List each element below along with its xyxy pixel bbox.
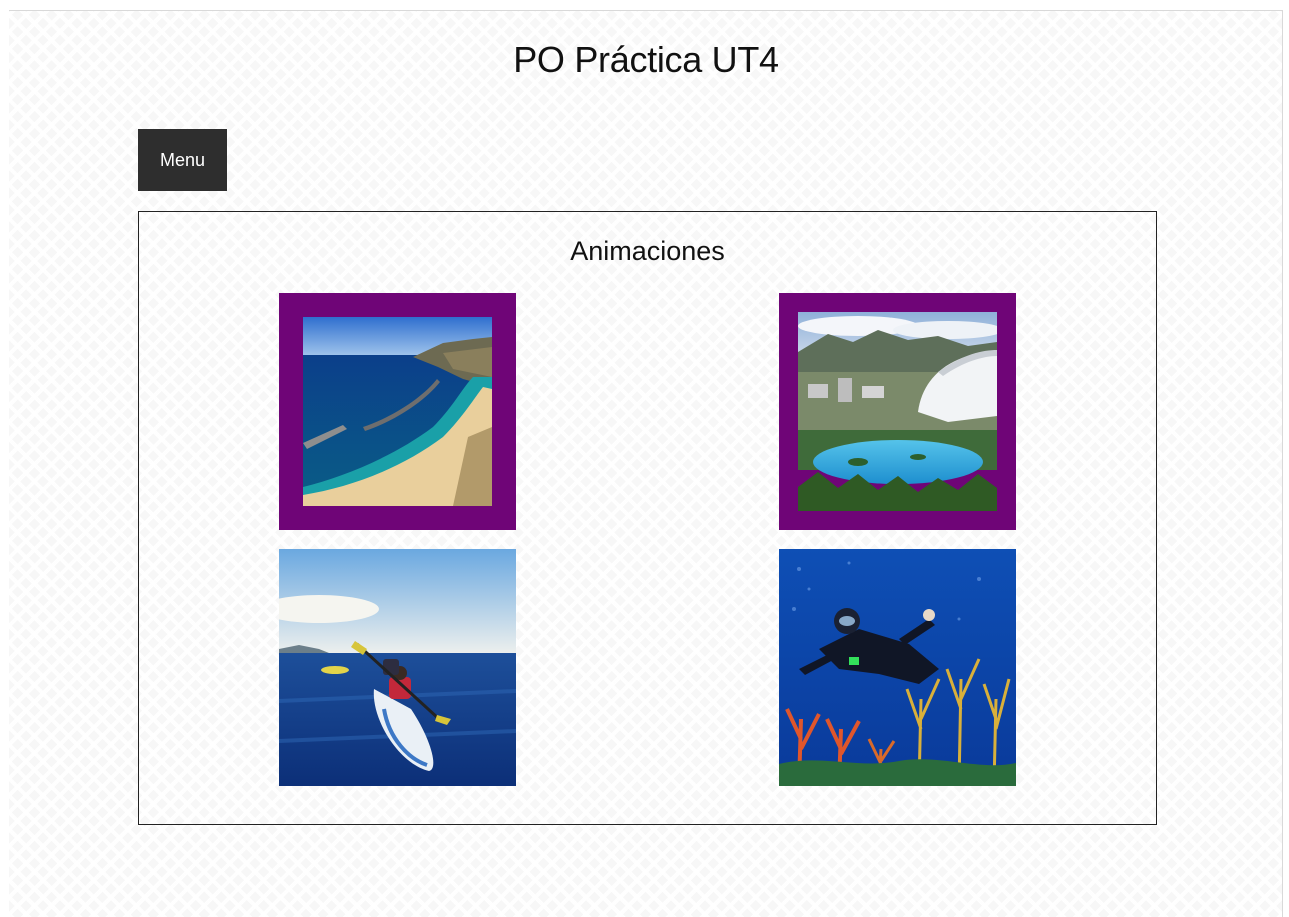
gallery-image-beach[interactable] [279, 293, 516, 530]
page-canvas: PO Práctica UT4 Menu Animaciones [9, 10, 1283, 917]
beach-photo [303, 317, 492, 506]
animations-section: Animaciones [138, 211, 1157, 825]
auditorium-city-photo [798, 312, 997, 511]
gallery-image-kayak[interactable] [279, 549, 516, 786]
gallery-image-diver[interactable] [779, 549, 1016, 786]
gallery-image-auditorium[interactable] [779, 293, 1016, 530]
page-title: PO Práctica UT4 [513, 39, 779, 80]
kayak-photo [279, 549, 516, 786]
menu-button[interactable]: Menu [138, 129, 227, 191]
diver-reef-photo [779, 549, 1016, 786]
section-heading: Animaciones [570, 236, 725, 266]
